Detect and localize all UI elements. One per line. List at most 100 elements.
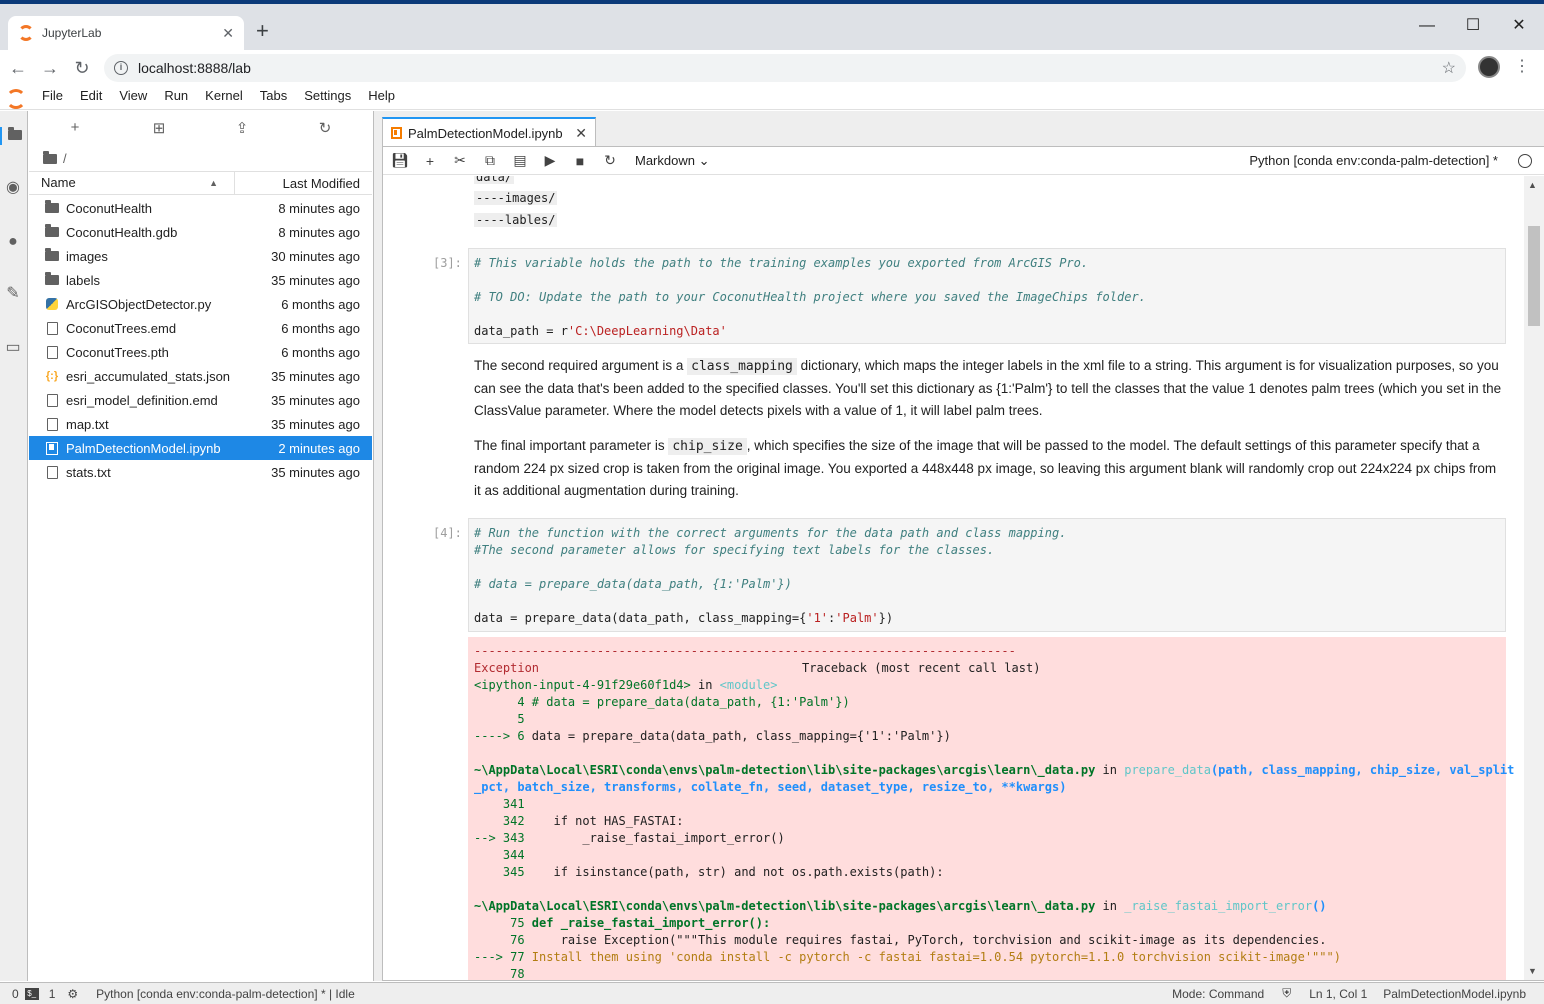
breadcrumb[interactable]: /	[43, 150, 67, 166]
file-row[interactable]: CoconutHealth.gdb 8 minutes ago	[29, 220, 372, 244]
traceback-line: 75 def _raise_fastai_import_error():	[474, 916, 770, 930]
back-icon[interactable]: ←	[6, 56, 30, 80]
omnibox[interactable]: i localhost:8888/lab ☆	[104, 54, 1466, 82]
status-bar: 0 $_ 1 ⚙ Python [conda env:conda-palm-de…	[0, 982, 1544, 1004]
restart-icon[interactable]: ↻	[595, 152, 625, 169]
menu-kernel[interactable]: Kernel	[205, 88, 243, 103]
traceback-line: --> 343 _raise_fastai_import_error()	[474, 831, 785, 845]
file-browser-icon[interactable]	[0, 127, 28, 145]
kernel-status[interactable]: Python [conda env:conda-palm-detection] …	[96, 987, 355, 1001]
menu-edit[interactable]: Edit	[80, 88, 102, 103]
file-row[interactable]: images 30 minutes ago	[29, 244, 372, 268]
save-icon[interactable]: 💾︎	[385, 152, 415, 169]
file-icon	[45, 345, 59, 359]
md-text: The second required argument is a	[474, 358, 688, 373]
breadcrumb-root[interactable]: /	[63, 151, 67, 166]
terminal-count[interactable]: 0	[12, 987, 19, 1001]
file-row[interactable]: labels 35 minutes ago	[29, 268, 372, 292]
file-browser: + ⊞ ⇪ ↻ / Name ▲ Last Modified CoconutHea…	[29, 111, 372, 981]
menu-tabs[interactable]: Tabs	[260, 88, 287, 103]
paste-icon[interactable]: ▤	[505, 152, 535, 169]
new-folder-icon[interactable]: ⊞	[149, 119, 169, 137]
jupyter-favicon-icon	[18, 25, 34, 41]
markdown-cell[interactable]: The final important parameter is chip_si…	[474, 435, 1504, 502]
shield-icon[interactable]: ⛨	[1282, 986, 1291, 1001]
column-name[interactable]: Name ▲	[29, 172, 235, 194]
md-code-line: ----lables/	[474, 213, 558, 227]
file-row[interactable]: esri_model_definition.emd 35 minutes ago	[29, 388, 372, 412]
run-icon[interactable]: ▶	[535, 152, 565, 169]
close-tab-icon[interactable]: ✕	[222, 25, 234, 42]
tb-code: _raise_fastai_import_error()	[524, 831, 785, 845]
kernel-name[interactable]: Python [conda env:conda-palm-detection] …	[1249, 153, 1498, 168]
file-row[interactable]: CoconutTrees.pth 6 months ago	[29, 340, 372, 364]
info-icon[interactable]: i	[114, 61, 128, 75]
md-code-line: ----images/	[474, 191, 558, 205]
cut-icon[interactable]: ✂	[445, 152, 475, 169]
forward-icon[interactable]: →	[38, 56, 62, 80]
cursor-position[interactable]: Ln 1, Col 1	[1309, 987, 1367, 1001]
notebook-scrollbar[interactable]: ▲ ▼	[1524, 176, 1544, 980]
notebook-toolbar: 💾︎ + ✂ ⧉ ▤ ▶ ■ ↻ Markdown ⌄ Python [cond…	[383, 147, 1544, 175]
cell-type-value: Markdown	[635, 152, 695, 168]
tb-args: ()	[1312, 899, 1327, 913]
kernel-count[interactable]: 1	[49, 987, 56, 1001]
new-tab-button[interactable]: +	[256, 20, 269, 42]
browser-menu-icon[interactable]: ⋮	[1514, 56, 1530, 76]
menu-run[interactable]: Run	[164, 88, 188, 103]
traceback-line: ----> 6 data = prepare_data(data_path, c…	[474, 729, 951, 743]
cell-type-select[interactable]: Markdown ⌄	[635, 153, 710, 169]
tb-path: ~\AppData\Local\ESRI\conda\envs\palm-det…	[474, 763, 1096, 777]
notebook-cells[interactable]: data/ ----images/ ----lables/ [3]: # Thi…	[383, 176, 1524, 980]
bookmark-star-icon[interactable]: ☆	[1442, 58, 1456, 78]
line-number: 345	[474, 865, 525, 879]
menu-view[interactable]: View	[119, 88, 147, 103]
browser-tab[interactable]: JupyterLab ✕	[8, 16, 244, 50]
folder-icon	[45, 248, 59, 261]
file-row[interactable]: {:} esri_accumulated_stats.json 35 minutes…	[29, 364, 372, 388]
markdown-cell[interactable]: The second required argument is a class_…	[474, 355, 1504, 422]
file-row[interactable]: map.txt 35 minutes ago	[29, 412, 372, 436]
file-row[interactable]: CoconutTrees.emd 6 months ago	[29, 316, 372, 340]
maximize-icon[interactable]: ☐	[1450, 14, 1496, 38]
palette-icon[interactable]: ●	[4, 233, 22, 251]
url-text[interactable]: localhost:8888/lab	[138, 60, 1442, 76]
file-row[interactable]: stats.txt 35 minutes ago	[29, 460, 372, 484]
copy-icon[interactable]: ⧉	[475, 152, 505, 169]
main-dock-area: PalmDetectionModel.ipynb ✕ 💾︎ + ✂ ⧉ ▤ ▶ …	[373, 111, 1544, 981]
traceback-line: 4 # data = prepare_data(data_path, {1:'P…	[474, 695, 850, 709]
file-row[interactable]: ArcGISObjectDetector.py 6 months ago	[29, 292, 372, 316]
terminal-icon: $_	[24, 987, 39, 1000]
close-window-icon[interactable]: ✕	[1496, 14, 1542, 38]
tab-palmdetectionmodel[interactable]: PalmDetectionModel.ipynb ✕	[382, 117, 596, 147]
menu-settings[interactable]: Settings	[304, 88, 351, 103]
wrench-icon[interactable]: ✎	[4, 285, 22, 303]
tabs-icon[interactable]: ▭	[4, 339, 22, 357]
scroll-down-icon[interactable]: ▼	[1528, 966, 1537, 976]
running-kernels-icon[interactable]: ◉	[4, 179, 22, 197]
column-last-modified[interactable]: Last Modified	[235, 176, 372, 191]
traceback-line: 345 if isinstance(path, str) and not os.…	[474, 865, 944, 879]
upload-icon[interactable]: ⇪	[232, 119, 252, 137]
profile-avatar[interactable]	[1478, 56, 1500, 78]
menu-file[interactable]: File	[42, 88, 63, 103]
stop-icon[interactable]: ■	[565, 153, 595, 169]
file-modified: 35 minutes ago	[271, 392, 360, 408]
scroll-up-icon[interactable]: ▲	[1528, 180, 1537, 190]
file-modified: 35 minutes ago	[271, 272, 360, 288]
file-row[interactable]: PalmDetectionModel.ipynb 2 minutes ago	[29, 436, 372, 460]
file-row[interactable]: CoconutHealth 8 minutes ago	[29, 196, 372, 220]
tb-args: (path, class_mapping, chip_size, val_spl…	[1210, 763, 1515, 777]
reload-icon[interactable]: ↻	[70, 56, 94, 80]
insert-cell-icon[interactable]: +	[415, 153, 445, 169]
code-text: data_path = r	[474, 324, 568, 338]
close-icon[interactable]: ✕	[575, 125, 587, 142]
new-launcher-icon[interactable]: +	[65, 119, 85, 136]
line-number: ---> 77	[474, 950, 525, 964]
scroll-thumb[interactable]	[1528, 226, 1540, 326]
refresh-icon[interactable]: ↻	[315, 119, 335, 137]
file-name: ArcGISObjectDetector.py	[66, 296, 212, 312]
minimize-icon[interactable]: —	[1404, 14, 1450, 38]
menu-help[interactable]: Help	[368, 88, 395, 103]
file-list: CoconutHealth 8 minutes ago CoconutHealth.…	[29, 196, 372, 484]
